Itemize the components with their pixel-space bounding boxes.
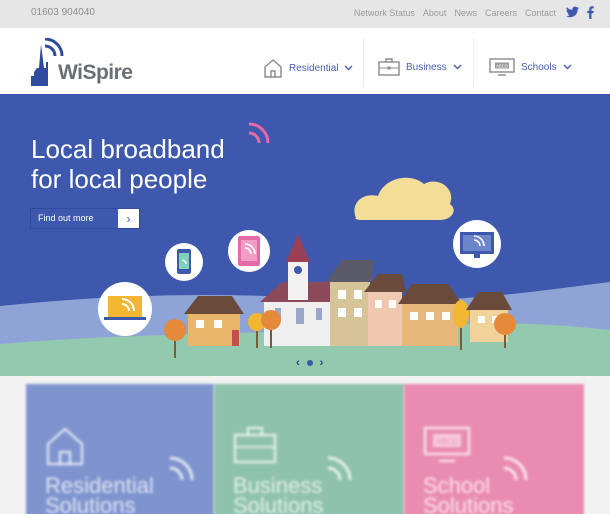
- card-title-line: Solutions: [45, 493, 136, 514]
- social-links: [566, 6, 594, 19]
- card-residential-title: Residential Solutions: [45, 475, 154, 514]
- card-business-solutions[interactable]: Business Solutions: [214, 384, 404, 514]
- link-network-status[interactable]: Network Status: [354, 8, 415, 18]
- house-icon: [46, 427, 84, 466]
- card-residential-solutions[interactable]: Residential Solutions: [26, 384, 214, 514]
- nav-divider: [473, 38, 474, 86]
- nav-business-label: Business: [406, 61, 447, 73]
- hero-title-line-1: Local broadband: [31, 134, 225, 164]
- wifi-icon: [248, 122, 270, 144]
- phone-circle-icon: [165, 243, 203, 281]
- monitor-circle-icon: [453, 220, 501, 268]
- carousel-controls: ‹ ›: [296, 357, 323, 369]
- chevron-down-icon: [453, 64, 462, 70]
- school-badge-text: ABCD: [436, 437, 458, 446]
- nav-residential-label: Residential: [289, 62, 339, 74]
- nav-business[interactable]: Business: [378, 58, 462, 76]
- chevron-down-icon: [344, 65, 353, 71]
- card-school-solutions[interactable]: ABCD School Solutions: [404, 384, 584, 514]
- hero-banner: Local broadband for local people Find ou…: [0, 94, 610, 376]
- facebook-icon[interactable]: [587, 6, 594, 19]
- card-title-line: Solutions: [233, 493, 324, 514]
- link-careers[interactable]: Careers: [485, 8, 517, 18]
- find-out-more-button[interactable]: Find out more ›: [30, 208, 140, 229]
- card-school-title: School Solutions: [423, 475, 514, 514]
- utility-links: Network Status About News Careers Contac…: [354, 6, 594, 19]
- card-title-line: Solutions: [423, 493, 514, 514]
- tablet-circle-icon: [228, 230, 270, 272]
- wifi-icon: [327, 456, 352, 481]
- find-out-more-label: Find out more: [31, 209, 118, 228]
- solutions-section: Residential Solutions Business Solutions…: [0, 376, 610, 514]
- cloud-icon: [354, 177, 454, 220]
- site-header: WiSpire Residential Business ABCD School…: [0, 28, 610, 94]
- link-about[interactable]: About: [423, 8, 447, 18]
- chevron-down-icon: [563, 64, 572, 70]
- nav-divider: [363, 38, 364, 86]
- monitor-icon: ABCD: [489, 58, 515, 76]
- logo-text[interactable]: WiSpire: [58, 61, 133, 85]
- briefcase-icon: [378, 58, 400, 76]
- twitter-icon[interactable]: [566, 6, 579, 18]
- carousel-dot[interactable]: [306, 360, 313, 366]
- house-icon: [264, 59, 282, 78]
- link-contact[interactable]: Contact: [525, 8, 556, 18]
- monitor-icon: ABCD: [423, 426, 471, 463]
- hero-title: Local broadband for local people: [31, 134, 225, 194]
- phone-number[interactable]: 01603 904040: [31, 7, 95, 18]
- nav-schools-label: Schools: [521, 61, 557, 73]
- schools-badge-text: ABCD: [496, 64, 508, 69]
- chevron-right-icon: ›: [126, 211, 131, 226]
- card-business-title: Business Solutions: [233, 475, 324, 514]
- carousel-next-button[interactable]: ›: [320, 357, 324, 369]
- carousel-prev-button[interactable]: ‹: [296, 357, 300, 369]
- briefcase-icon: [233, 426, 277, 464]
- laptop-circle-icon: [98, 282, 152, 336]
- nav-schools[interactable]: ABCD Schools: [489, 58, 572, 76]
- top-bar: 01603 904040 Network Status About News C…: [0, 0, 610, 28]
- wifi-icon: [169, 456, 194, 481]
- nav-residential[interactable]: Residential: [263, 58, 353, 78]
- hero-title-line-2: for local people: [31, 164, 208, 194]
- link-news[interactable]: News: [454, 8, 477, 18]
